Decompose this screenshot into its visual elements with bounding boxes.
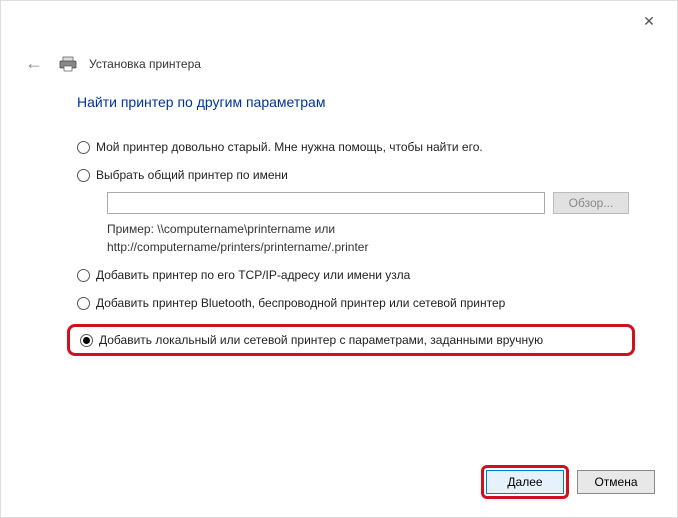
wizard-header: ← Установка принтера (1, 49, 677, 84)
radio-icon (77, 269, 90, 282)
add-printer-dialog: ✕ ← Установка принтера Найти принтер по … (0, 0, 678, 518)
next-button[interactable]: Далее (486, 470, 564, 494)
option-tcpip[interactable]: Добавить принтер по его TCP/IP-адресу ил… (77, 268, 629, 282)
radio-icon-checked (80, 334, 93, 347)
radio-icon (77, 169, 90, 182)
example-text: Пример: \\computername\printername или h… (107, 220, 629, 256)
option-shared-by-name[interactable]: Выбрать общий принтер по имени (77, 168, 629, 182)
page-heading: Найти принтер по другим параметрам (77, 94, 629, 110)
close-button[interactable]: ✕ (629, 9, 669, 33)
cancel-button[interactable]: Отмена (577, 470, 655, 494)
highlight-next-button: Далее (481, 465, 569, 499)
browse-button: Обзор... (553, 192, 629, 214)
option-label: Выбрать общий принтер по имени (96, 168, 288, 182)
radio-icon (77, 297, 90, 310)
option-label: Мой принтер довольно старый. Мне нужна п… (96, 140, 483, 154)
dialog-footer: Далее Отмена (481, 465, 655, 499)
shared-name-subarea: Обзор... Пример: \\computername\printern… (107, 192, 629, 256)
close-icon: ✕ (643, 13, 655, 30)
option-label: Добавить принтер Bluetooth, беспроводной… (96, 296, 505, 310)
highlight-selected-option: Добавить локальный или сетевой принтер с… (67, 324, 635, 356)
wizard-title: Установка принтера (89, 57, 201, 71)
back-button[interactable]: ← (21, 53, 47, 74)
option-label: Добавить локальный или сетевой принтер с… (99, 333, 543, 347)
option-bluetooth[interactable]: Добавить принтер Bluetooth, беспроводной… (77, 296, 629, 310)
option-old-printer[interactable]: Мой принтер довольно старый. Мне нужна п… (77, 140, 629, 154)
titlebar: ✕ (1, 1, 677, 35)
radio-icon (77, 141, 90, 154)
content-area: Найти принтер по другим параметрам Мой п… (1, 84, 677, 356)
shared-printer-name-input[interactable] (107, 192, 545, 214)
option-local-manual[interactable]: Добавить локальный или сетевой принтер с… (80, 333, 622, 347)
printer-icon (59, 56, 77, 72)
option-label: Добавить принтер по его TCP/IP-адресу ил… (96, 268, 410, 282)
